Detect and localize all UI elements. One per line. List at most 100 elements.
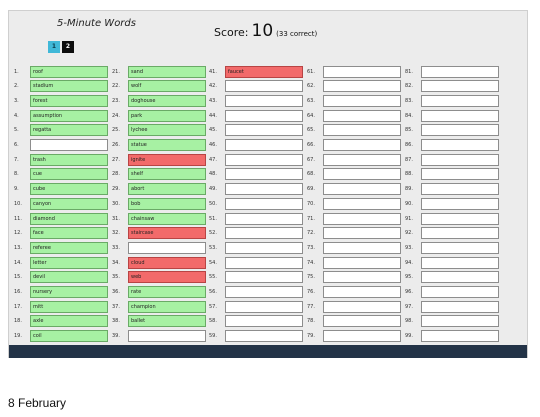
word-input[interactable]: trash — [30, 153, 108, 166]
word-input[interactable]: mitt — [30, 300, 108, 313]
word-input[interactable]: assumption — [30, 109, 108, 122]
word-input[interactable] — [421, 139, 499, 151]
word-input[interactable]: regatta — [30, 124, 108, 137]
word-input[interactable] — [323, 241, 401, 254]
word-input[interactable] — [323, 168, 401, 181]
word-input[interactable] — [225, 124, 303, 137]
word-input[interactable]: cloud — [128, 256, 206, 269]
word-input[interactable] — [225, 271, 303, 284]
word-input[interactable] — [30, 139, 108, 151]
word-input[interactable] — [421, 183, 499, 196]
word-input[interactable] — [225, 197, 303, 210]
word-input[interactable] — [421, 124, 499, 137]
word-input[interactable] — [225, 139, 303, 151]
word-input[interactable]: ballet — [128, 315, 206, 328]
word-input[interactable] — [225, 168, 303, 181]
word-input[interactable]: stadium — [30, 80, 108, 93]
word-input[interactable]: coil — [30, 330, 108, 343]
word-input[interactable] — [225, 227, 303, 240]
word-input[interactable]: faucet — [225, 65, 303, 78]
word-input[interactable] — [225, 183, 303, 196]
word-input[interactable] — [323, 300, 401, 313]
word-input[interactable] — [421, 197, 499, 210]
word-input[interactable]: cue — [30, 168, 108, 181]
word-input[interactable] — [421, 65, 499, 78]
word-input[interactable]: devil — [30, 271, 108, 284]
word-input[interactable]: roof — [30, 65, 108, 78]
word-input[interactable] — [421, 315, 499, 328]
word-input[interactable]: wolf — [128, 80, 206, 93]
word-input[interactable]: forest — [30, 94, 108, 107]
word-input[interactable] — [421, 300, 499, 313]
word-input[interactable] — [225, 300, 303, 313]
word-input[interactable] — [323, 153, 401, 166]
word-input[interactable]: statue — [128, 139, 206, 151]
word-input[interactable] — [323, 315, 401, 328]
word-input[interactable]: lychee — [128, 124, 206, 137]
word-input[interactable] — [421, 109, 499, 122]
word-input[interactable]: chainsaw — [128, 212, 206, 225]
word-input[interactable]: park — [128, 109, 206, 122]
word-input[interactable]: canyon — [30, 197, 108, 210]
word-input[interactable] — [323, 183, 401, 196]
word-input[interactable]: champion — [128, 300, 206, 313]
word-input[interactable] — [225, 256, 303, 269]
word-input[interactable]: shelf — [128, 168, 206, 181]
word-input[interactable] — [323, 197, 401, 210]
word-input[interactable] — [128, 241, 206, 254]
word-input[interactable] — [323, 212, 401, 225]
word-input[interactable] — [421, 153, 499, 166]
word-input[interactable]: abort — [128, 183, 206, 196]
row-number: 82. — [405, 83, 413, 90]
word-input[interactable] — [225, 80, 303, 93]
word-input[interactable] — [225, 94, 303, 107]
word-input[interactable]: axle — [30, 315, 108, 328]
word-input[interactable]: nursery — [30, 286, 108, 298]
word-input[interactable] — [225, 212, 303, 225]
word-input[interactable]: letter — [30, 256, 108, 269]
word-input[interactable] — [225, 241, 303, 254]
word-input[interactable] — [225, 315, 303, 328]
row-number: 5. — [14, 127, 19, 134]
word-input[interactable] — [225, 153, 303, 166]
word-input[interactable] — [421, 80, 499, 93]
word-input[interactable] — [323, 109, 401, 122]
word-input[interactable]: web — [128, 271, 206, 284]
word-input[interactable]: cube — [30, 183, 108, 196]
word-input[interactable] — [421, 256, 499, 269]
word-input[interactable] — [323, 94, 401, 107]
word-input[interactable] — [421, 271, 499, 284]
word-input[interactable] — [323, 124, 401, 137]
word-input[interactable] — [323, 227, 401, 240]
word-input[interactable] — [421, 286, 499, 298]
word-input[interactable] — [323, 256, 401, 269]
word-input[interactable] — [128, 330, 206, 343]
word-input[interactable]: doghouse — [128, 94, 206, 107]
word-input[interactable] — [421, 227, 499, 240]
word-input[interactable] — [323, 330, 401, 343]
row-number: 95. — [405, 274, 413, 281]
word-input[interactable] — [323, 286, 401, 298]
word-input[interactable] — [225, 286, 303, 298]
page-2-button[interactable]: 2 — [62, 41, 74, 53]
word-input[interactable]: referee — [30, 241, 108, 254]
word-input[interactable] — [421, 212, 499, 225]
word-input[interactable]: diamond — [30, 212, 108, 225]
word-input[interactable] — [323, 139, 401, 151]
word-input[interactable] — [421, 94, 499, 107]
word-input[interactable] — [323, 80, 401, 93]
word-input[interactable] — [323, 65, 401, 78]
word-input[interactable] — [323, 271, 401, 284]
word-input[interactable] — [225, 109, 303, 122]
word-input[interactable]: staircase — [128, 227, 206, 240]
word-input[interactable] — [421, 241, 499, 254]
word-input[interactable]: rate — [128, 286, 206, 298]
page-1-button[interactable]: 1 — [48, 41, 60, 53]
word-input[interactable]: ignite — [128, 153, 206, 166]
word-input[interactable] — [225, 330, 303, 343]
word-input[interactable] — [421, 168, 499, 181]
word-input[interactable]: face — [30, 227, 108, 240]
word-input[interactable]: bob — [128, 197, 206, 210]
word-input[interactable]: sand — [128, 65, 206, 78]
word-input[interactable] — [421, 330, 499, 343]
